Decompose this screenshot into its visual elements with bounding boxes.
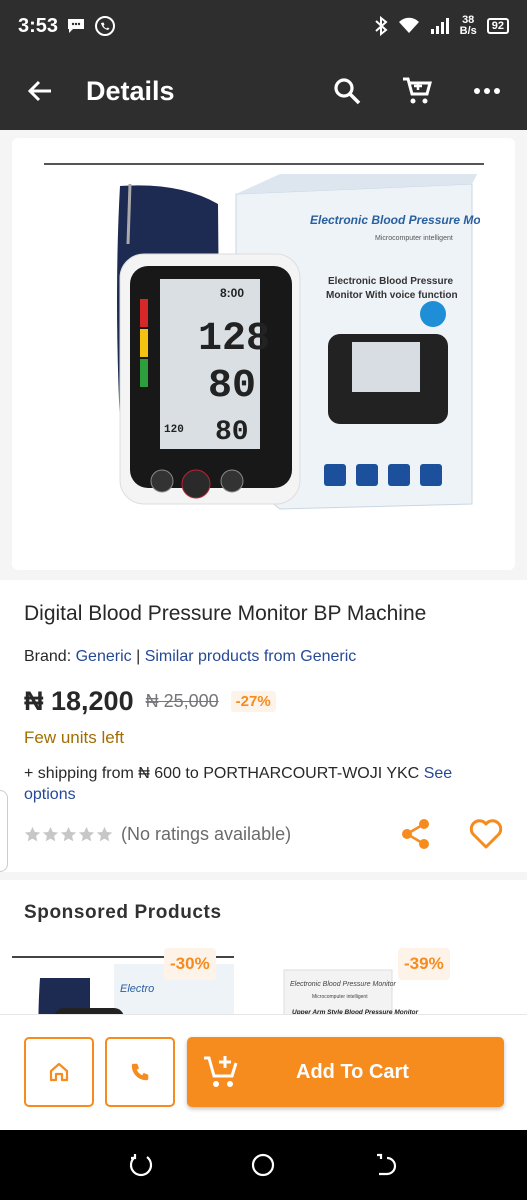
wifi-icon <box>398 17 419 33</box>
shipping-text: + shipping from ₦ 600 to PORTHARCOURT-WO… <box>24 765 420 782</box>
sponsored-thumbnail[interactable]: Electro <box>30 958 250 1020</box>
search-button[interactable] <box>327 71 367 111</box>
sponsored-card[interactable]: Electronic Blood Pressure Monitor Microc… <box>272 948 502 1020</box>
sponsored-discount-badge: -30% <box>164 948 216 980</box>
box-caption-2: Monitor With voice function <box>326 290 458 301</box>
heart-icon <box>469 819 503 849</box>
sponsored-thumb-text: Electro <box>120 983 154 995</box>
box-subtitle: Microcomputer intelligent <box>375 235 453 242</box>
side-drawer-handle[interactable] <box>0 790 8 872</box>
current-price: ₦ 18,200 <box>24 686 134 716</box>
discount-badge: -27% <box>230 691 276 712</box>
arrow-left-icon <box>27 80 51 102</box>
system-navigation-bar <box>0 1130 527 1200</box>
sponsored-discount-badge: -39% <box>398 948 450 980</box>
chat-notification-icon <box>68 19 85 33</box>
shipping-info: + shipping from ₦ 600 to PORTHARCOURT-WO… <box>24 763 504 805</box>
back-nav-icon <box>376 1153 396 1176</box>
more-vertical-icon <box>474 88 500 94</box>
box-caption-1: Electronic Blood Pressure <box>328 276 453 287</box>
old-price: ₦ 25,000 <box>145 691 219 711</box>
star-icon <box>24 826 41 842</box>
add-to-cart-button[interactable]: Add To Cart <box>187 1037 504 1107</box>
bottom-action-bar: Add To Cart <box>0 1014 527 1130</box>
product-info-section: Digital Blood Pressure Monitor BP Machin… <box>0 580 527 872</box>
price-row: ₦ 18,200 ₦ 25,000 -27% <box>24 686 276 717</box>
home-nav-button[interactable] <box>245 1147 281 1183</box>
lcd-pul: 80 <box>215 417 249 448</box>
add-cart-icon <box>204 1056 238 1087</box>
sponsored-thumb-sub: Microcomputer intelligent <box>312 994 368 1000</box>
product-image-gallery[interactable]: Electronic Blood Pressure Monitor Microc… <box>12 138 515 570</box>
star-icon <box>78 826 95 842</box>
back-nav-button[interactable] <box>368 1147 404 1183</box>
ratings-text: (No ratings available) <box>121 824 292 844</box>
battery-indicator: 92 <box>486 18 509 34</box>
stock-status: Few units left <box>24 728 125 747</box>
brand-separator: | <box>136 648 141 665</box>
status-time: 3:53 <box>18 14 59 37</box>
signal-icon <box>430 18 449 34</box>
lcd-dia: 80 <box>208 364 256 409</box>
phone-icon <box>131 1063 149 1081</box>
bluetooth-icon <box>374 16 388 36</box>
product-image[interactable]: Electronic Blood Pressure Monitor Microc… <box>100 174 480 529</box>
image-divider <box>44 163 484 165</box>
lcd-sys: 128 <box>198 317 270 362</box>
share-button[interactable] <box>398 816 434 852</box>
more-options-button[interactable] <box>467 71 507 111</box>
home-button[interactable] <box>24 1037 94 1107</box>
star-icon <box>42 826 59 842</box>
lcd-time: 8:00 <box>220 286 244 300</box>
brand-line: Brand: Generic | Similar products from G… <box>24 648 356 666</box>
status-bar: 3:53 38 B/s 92 <box>0 0 527 52</box>
home-icon <box>49 1062 69 1082</box>
search-icon <box>334 78 361 105</box>
recents-button[interactable] <box>123 1147 159 1183</box>
sponsored-products-section: Sponsored Products Electro -30% Electron… <box>0 880 527 1020</box>
cart-icon <box>403 77 432 104</box>
wishlist-button[interactable] <box>468 816 504 852</box>
brand-label: Brand: <box>24 648 72 665</box>
circle-home-icon <box>252 1153 275 1177</box>
rating-stars <box>24 826 113 843</box>
ratings-row: (No ratings available) <box>24 824 291 845</box>
back-button[interactable] <box>20 71 60 111</box>
add-to-cart-label: Add To Cart <box>296 1060 409 1083</box>
network-speed: 38 B/s <box>459 14 477 37</box>
recents-icon <box>130 1154 153 1177</box>
lcd-small: 120 <box>164 424 184 436</box>
star-icon <box>60 826 77 842</box>
sponsored-heading: Sponsored Products <box>24 902 222 923</box>
similar-products-link[interactable]: Similar products from Generic <box>145 648 357 665</box>
box-title: Electronic Blood Pressure Monitor <box>310 213 480 227</box>
page-title: Details <box>86 75 175 106</box>
share-icon <box>402 819 429 849</box>
app-bar: Details <box>0 52 527 130</box>
brand-link[interactable]: Generic <box>76 648 132 665</box>
star-icon <box>96 826 113 842</box>
sponsored-thumb-title: Electronic Blood Pressure Monitor <box>290 981 396 988</box>
call-button[interactable] <box>105 1037 175 1107</box>
product-name: Digital Blood Pressure Monitor BP Machin… <box>24 602 427 625</box>
sponsored-card[interactable]: Electro -30% <box>30 948 260 1020</box>
sponsored-thumbnail[interactable]: Electronic Blood Pressure Monitor Microc… <box>272 958 492 1020</box>
whatsapp-icon <box>95 16 116 36</box>
cart-button[interactable] <box>397 71 437 111</box>
